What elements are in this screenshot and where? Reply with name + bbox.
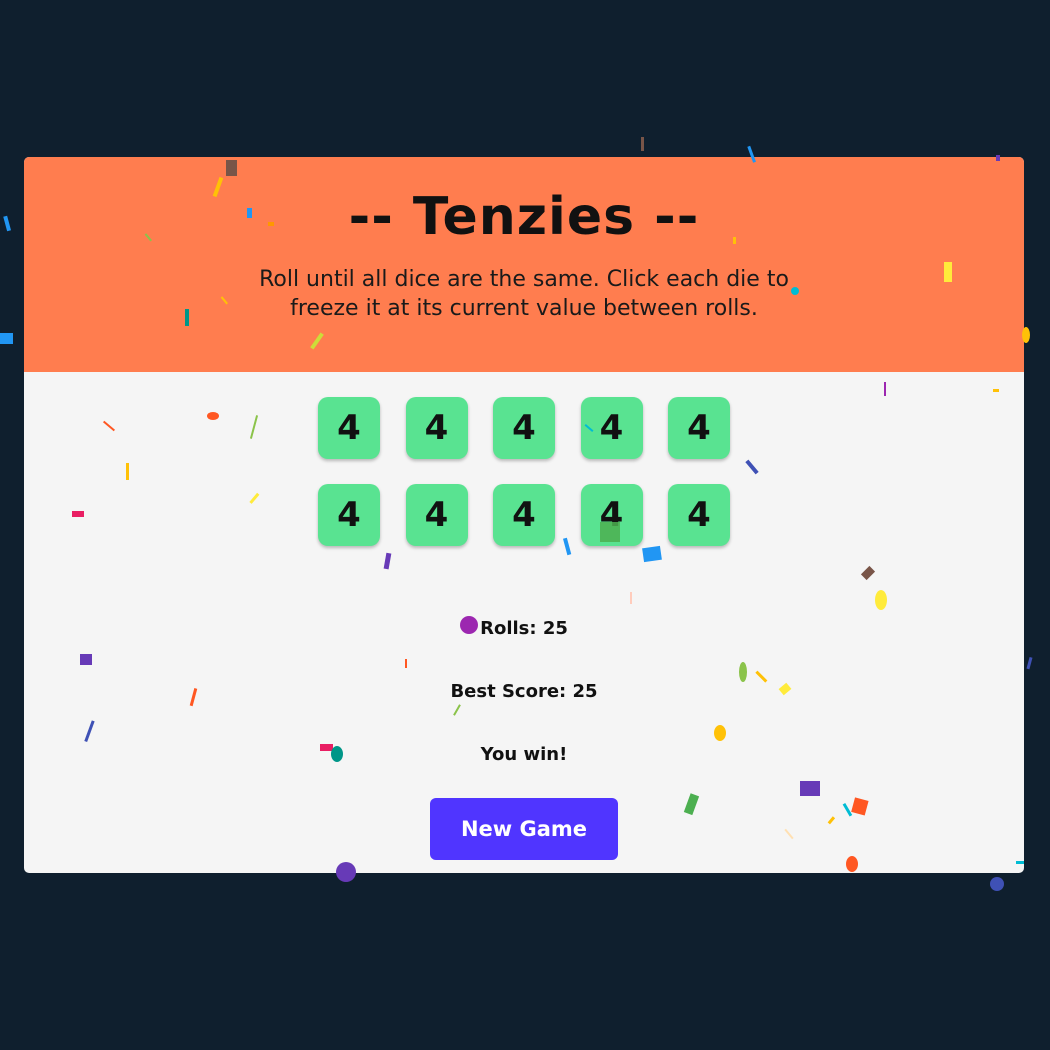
confetti-piece (3, 215, 12, 232)
die-1[interactable]: 4 (318, 397, 380, 459)
rolls-count: Rolls: 25 (480, 618, 568, 639)
confetti-piece (1026, 656, 1033, 670)
game-instructions: Roll until all dice are the same. Click … (259, 267, 789, 321)
die-9[interactable]: 4 (580, 484, 643, 546)
game-card: -- Tenzies -- Roll until all dice are th… (24, 157, 1024, 873)
die-5[interactable]: 4 (668, 397, 730, 459)
dice-grid: 4 4 4 4 4 4 4 4 4 4 (318, 397, 730, 546)
best-score: Best Score: 25 (450, 681, 598, 702)
game-title: -- Tenzies -- (348, 187, 700, 247)
confetti-piece (0, 333, 13, 344)
confetti-piece (990, 877, 1004, 891)
die-2[interactable]: 4 (405, 397, 468, 459)
die-7[interactable]: 4 (405, 484, 468, 546)
die-8[interactable]: 4 (493, 484, 555, 546)
die-6[interactable]: 4 (318, 484, 380, 546)
confetti-piece (641, 137, 644, 151)
game-header: -- Tenzies -- Roll until all dice are th… (24, 157, 1024, 372)
win-message: You win! (480, 744, 568, 765)
die-4[interactable]: 4 (580, 397, 643, 459)
die-3[interactable]: 4 (493, 397, 555, 459)
die-10[interactable]: 4 (668, 484, 730, 546)
new-game-button[interactable]: New Game (430, 798, 618, 860)
